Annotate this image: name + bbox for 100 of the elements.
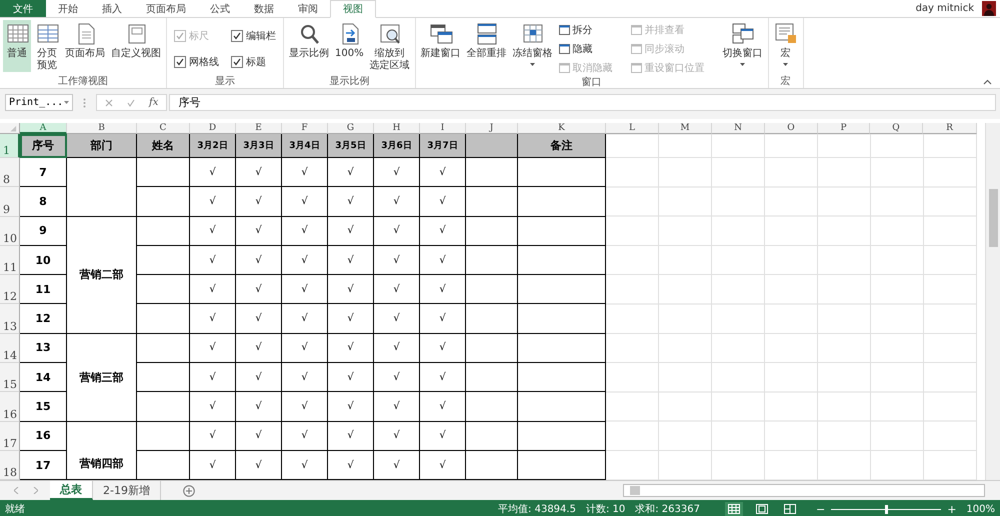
zoom-slider-thumb[interactable]	[884, 504, 888, 514]
ribbon-tab[interactable]: 数据	[242, 0, 286, 17]
row-header[interactable]: 1	[0, 134, 20, 158]
ribbon-tab[interactable]: 开始	[46, 0, 90, 17]
ribbon-button[interactable]: 页面布局	[63, 20, 107, 72]
avatar-icon[interactable]	[982, 1, 996, 16]
ribbon-button[interactable]: 分页 预览	[33, 20, 61, 74]
row-header[interactable]: 12	[0, 275, 20, 304]
user-name[interactable]: day mitnick	[916, 3, 974, 14]
cancel-icon[interactable]	[105, 98, 113, 106]
column-header[interactable]: K	[518, 123, 606, 134]
column-header[interactable]: E	[236, 123, 282, 134]
insert-function-button[interactable]: fx	[149, 97, 158, 108]
ribbon-button[interactable]: 全部重排	[464, 20, 509, 72]
row-header[interactable]: 13	[0, 304, 20, 334]
page-break-view-icon	[784, 504, 796, 514]
column-header[interactable]: L	[606, 123, 659, 134]
drag-handle-icon[interactable]	[83, 98, 86, 108]
ribbon-button[interactable]: 普通	[3, 20, 31, 72]
checkbox[interactable]	[231, 30, 243, 42]
scrollbar-thumb[interactable]	[630, 486, 640, 495]
select-all-corner[interactable]	[0, 123, 20, 134]
sheet-tab[interactable]: 总表	[50, 481, 93, 500]
add-sheet-icon[interactable]	[182, 484, 195, 496]
column-header[interactable]: A	[20, 123, 67, 134]
column-header[interactable]: M	[659, 123, 712, 134]
horizontal-scrollbar[interactable]	[623, 484, 985, 497]
view-button[interactable]	[724, 502, 743, 516]
ribbon-tab[interactable]: 审阅	[286, 0, 330, 17]
window-pane-icon	[630, 24, 642, 34]
column-header[interactable]: B	[67, 123, 137, 134]
checkbox[interactable]	[231, 56, 243, 68]
table-cell	[466, 334, 518, 364]
table-cell	[137, 187, 190, 217]
ribbon-button[interactable]: 新建窗口	[418, 20, 463, 72]
ribbon-small-button[interactable]: 拆分	[556, 22, 615, 37]
ribbon-button[interactable]: 冻结窗格	[510, 20, 555, 72]
scrollbar-thumb[interactable]	[988, 189, 998, 247]
check-mark: √	[282, 216, 328, 246]
column-header[interactable]: Q	[870, 123, 923, 134]
zoom-in-button[interactable]: +	[945, 502, 958, 516]
ribbon-button[interactable]: 100%	[333, 20, 366, 72]
checkbox[interactable]	[174, 56, 186, 68]
row-header[interactable]: 10	[0, 216, 20, 246]
ribbon-tab[interactable]: 插入	[90, 0, 134, 17]
zoom-level[interactable]: 100%	[966, 504, 995, 514]
check-mark: √	[190, 392, 236, 422]
ribbon-small-button[interactable]: 隐藏	[556, 41, 615, 56]
caret-icon[interactable]	[64, 101, 69, 104]
check-mark: √	[282, 304, 328, 334]
column-header[interactable]: G	[328, 123, 374, 134]
checkbox-option[interactable]: 编辑栏	[227, 26, 280, 46]
status-text: 就绪	[5, 502, 25, 516]
file-menu-tab[interactable]: 文件	[0, 0, 46, 17]
table-cell	[466, 134, 518, 158]
column-header[interactable]: N	[712, 123, 765, 134]
ribbon-button[interactable]: 宏	[772, 20, 800, 72]
row-header[interactable]: 8	[0, 158, 20, 188]
vertical-scrollbar[interactable]	[985, 123, 1000, 480]
formula-input[interactable]: 序号	[169, 94, 996, 111]
row-header[interactable]: 17	[0, 422, 20, 451]
check-mark: √	[420, 363, 466, 392]
ribbon-button[interactable]: 缩放到 选定区域	[368, 20, 412, 74]
ribbon-tab[interactable]: 视图	[330, 0, 376, 18]
column-header[interactable]: D	[190, 123, 236, 134]
column-header[interactable]: H	[374, 123, 420, 134]
check-mark: √	[420, 304, 466, 334]
check-mark: √	[190, 158, 236, 188]
row-header[interactable]: 14	[0, 334, 20, 364]
check-mark: √	[328, 216, 374, 246]
previous-sheet-icon[interactable]	[14, 487, 19, 494]
ribbon-tab[interactable]: 公式	[198, 0, 242, 17]
checkbox-option[interactable]: 网格线	[170, 52, 223, 72]
column-header[interactable]: I	[420, 123, 466, 134]
enter-icon[interactable]	[127, 98, 135, 106]
ribbon-button[interactable]: 显示比例	[287, 20, 331, 72]
column-header[interactable]: C	[137, 123, 190, 134]
ribbon-button[interactable]: 切换窗口	[720, 20, 765, 72]
zoom-out-button[interactable]: −	[814, 502, 828, 516]
check-mark: √	[420, 216, 466, 246]
column-title: 备注	[518, 134, 606, 158]
column-header[interactable]: J	[466, 123, 518, 134]
column-header[interactable]: O	[765, 123, 818, 134]
column-header[interactable]: F	[282, 123, 328, 134]
table-cell	[137, 363, 190, 392]
checkbox-option[interactable]: 标题	[227, 52, 280, 72]
check-mark: √	[374, 187, 420, 217]
collapse-ribbon-icon[interactable]	[983, 79, 992, 85]
column-header[interactable]: R	[923, 123, 977, 134]
row-header[interactable]: 15	[0, 363, 20, 392]
name-box[interactable]: Print_...	[5, 94, 73, 111]
row-header[interactable]: 16	[0, 392, 20, 422]
ribbon-tab[interactable]: 页面布局	[134, 0, 198, 17]
row-header[interactable]: 18	[0, 450, 20, 480]
column-header[interactable]: P	[818, 123, 870, 134]
next-sheet-icon[interactable]	[33, 487, 38, 494]
ribbon-button[interactable]: 自定义视图	[109, 20, 163, 72]
table-cell	[137, 334, 190, 364]
row-header[interactable]: 11	[0, 246, 20, 276]
row-header[interactable]: 9	[0, 187, 20, 217]
